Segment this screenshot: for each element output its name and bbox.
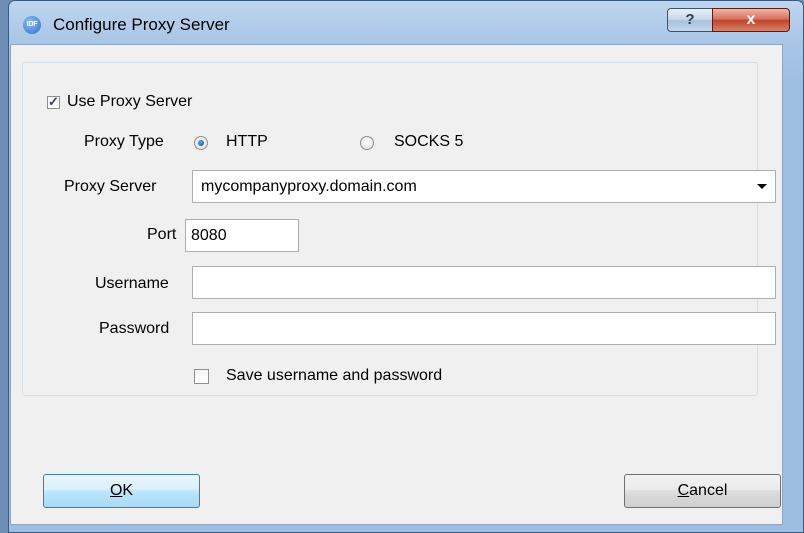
proxy-type-label: Proxy Type xyxy=(84,133,164,150)
window-title: Configure Proxy Server xyxy=(53,15,230,34)
cancel-label-rest: ancel xyxy=(689,482,728,499)
password-input[interactable] xyxy=(192,312,776,345)
help-button[interactable]: ? xyxy=(667,8,713,32)
close-button[interactable]: x xyxy=(712,8,790,32)
username-label: Username xyxy=(95,275,169,292)
app-icon: IDF xyxy=(23,16,41,34)
proxy-settings-group xyxy=(22,62,758,396)
save-credentials-checkbox[interactable] xyxy=(194,369,209,384)
username-input[interactable] xyxy=(192,266,776,299)
chevron-down-icon[interactable] xyxy=(757,184,767,189)
proxy-server-label: Proxy Server xyxy=(64,178,157,195)
proxy-server-value: mycompanyproxy.domain.com xyxy=(201,178,417,195)
use-proxy-toggle[interactable]: Use Proxy Server xyxy=(43,93,199,111)
radio-socks5-label[interactable]: SOCKS 5 xyxy=(394,133,463,151)
save-credentials-label[interactable]: Save username and password xyxy=(226,367,442,385)
cancel-button[interactable]: Cancel xyxy=(624,474,781,508)
radio-socks5[interactable] xyxy=(360,136,374,150)
radio-http[interactable] xyxy=(194,136,208,150)
ok-button[interactable]: OK xyxy=(43,474,200,508)
ok-label-rest: K xyxy=(122,482,134,499)
use-proxy-checkbox[interactable] xyxy=(47,94,60,110)
title-bar[interactable]: IDF Configure Proxy Server ? x xyxy=(9,1,803,45)
password-label: Password xyxy=(99,320,170,337)
radio-http-label[interactable]: HTTP xyxy=(226,133,268,151)
cancel-mnemonic: C xyxy=(677,482,690,499)
use-proxy-label: Use Proxy Server xyxy=(67,93,193,110)
proxy-server-combobox[interactable]: mycompanyproxy.domain.com xyxy=(192,170,776,203)
port-input[interactable]: 8080 xyxy=(185,219,299,252)
ok-mnemonic: O xyxy=(109,482,123,499)
port-label: Port xyxy=(147,226,177,243)
